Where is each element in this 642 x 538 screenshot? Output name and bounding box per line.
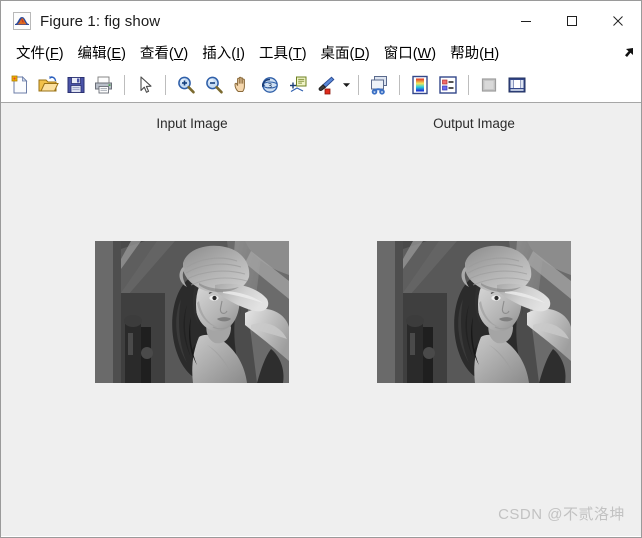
output-image-axes[interactable] xyxy=(377,241,571,383)
menu-accel-window: W xyxy=(417,46,432,63)
menu-tail-desktop: ) xyxy=(364,46,370,63)
menu-item-help[interactable]: 帮助(H) xyxy=(443,47,506,62)
data-cursor-icon[interactable] xyxy=(285,72,311,98)
toolbar-separator xyxy=(358,74,359,95)
menu-item-insert[interactable]: 插入(I) xyxy=(195,47,252,62)
toolbar-separator xyxy=(399,74,400,95)
menu-accel-edit: E xyxy=(111,46,122,63)
undock-arrow-icon[interactable] xyxy=(621,46,635,60)
save-figure-icon[interactable] xyxy=(63,72,89,98)
title-bar: Figure 1: fig show xyxy=(1,1,641,41)
open-file-icon[interactable] xyxy=(35,72,61,98)
axes-title-output: Output Image xyxy=(433,116,515,131)
menu-tail-edit: ) xyxy=(121,46,126,63)
menu-tail-insert: ) xyxy=(240,46,245,63)
menu-item-desktop[interactable]: 桌面(D) xyxy=(314,47,377,62)
menu-accel-file: F xyxy=(49,46,59,63)
pan-icon[interactable] xyxy=(229,72,255,98)
toolbar-separator xyxy=(468,74,469,95)
lena-grayscale-input xyxy=(95,241,289,383)
menu-label-desktop: 桌面( xyxy=(320,46,355,63)
menu-label-window: 窗口( xyxy=(383,46,418,63)
window-title: Figure 1: fig show xyxy=(40,12,161,30)
menu-item-view[interactable]: 查看(V) xyxy=(133,47,195,62)
input-image-axes[interactable] xyxy=(95,241,289,383)
menu-tail-view: ) xyxy=(183,46,189,63)
svg-text:3: 3 xyxy=(268,82,272,90)
brush-icon[interactable] xyxy=(313,72,339,98)
new-figure-icon[interactable] xyxy=(7,72,33,98)
hide-plot-tools-icon[interactable] xyxy=(476,72,502,98)
toolbar: 3 xyxy=(1,68,641,102)
figure-window: Figure 1: fig show 文件(F) 编辑(E) 查看(V) 插入(… xyxy=(0,0,642,538)
toolbar-separator xyxy=(124,74,125,95)
menu-accel-desktop: D xyxy=(354,46,365,63)
window-controls xyxy=(503,1,641,41)
rotate-3d-icon[interactable]: 3 xyxy=(257,72,283,98)
menu-accel-tools: T xyxy=(292,46,302,63)
maximize-button[interactable] xyxy=(549,1,595,41)
menu-label-insert: 插入( xyxy=(202,46,237,63)
menu-label-help: 帮助( xyxy=(450,46,484,63)
lena-grayscale-output xyxy=(377,241,571,383)
menu-label-tools: 工具( xyxy=(258,46,293,63)
menu-accel-view: V xyxy=(173,46,184,63)
figure-canvas: Input Image Output Image CSDN @不贰洛坤 xyxy=(1,102,641,536)
menu-item-tools[interactable]: 工具(T) xyxy=(252,47,314,62)
zoom-out-icon[interactable] xyxy=(201,72,227,98)
legend-icon[interactable] xyxy=(435,72,461,98)
menu-item-edit[interactable]: 编辑(E) xyxy=(71,47,133,62)
menu-label-file: 文件( xyxy=(16,46,50,63)
show-plot-tools-icon[interactable] xyxy=(504,72,530,98)
menu-tail-help: ) xyxy=(494,46,500,63)
brush-dropdown-arrow-icon[interactable] xyxy=(340,72,352,98)
colorbar-icon[interactable] xyxy=(407,72,433,98)
edit-plot-icon[interactable] xyxy=(132,72,158,98)
axes-title-input: Input Image xyxy=(156,116,228,131)
menu-item-file[interactable]: 文件(F) xyxy=(9,47,71,62)
menu-bar: 文件(F) 编辑(E) 查看(V) 插入(I) 工具(T) 桌面(D) 窗口(W… xyxy=(1,41,641,68)
matlab-membrane-icon xyxy=(13,12,31,30)
print-figure-icon[interactable] xyxy=(91,72,117,98)
menu-tail-tools: ) xyxy=(301,46,307,63)
menu-label-view: 查看( xyxy=(139,46,174,63)
menu-label-edit: 编辑( xyxy=(77,46,112,63)
minimize-button[interactable] xyxy=(503,1,549,41)
toolbar-separator xyxy=(165,74,166,95)
close-button[interactable] xyxy=(595,1,641,41)
csdn-watermark: CSDN @不贰洛坤 xyxy=(498,506,625,523)
link-plot-icon[interactable] xyxy=(366,72,392,98)
menu-tail-file: ) xyxy=(58,46,64,63)
menu-item-window[interactable]: 窗口(W) xyxy=(377,47,443,62)
zoom-in-icon[interactable] xyxy=(173,72,199,98)
menu-accel-help: H xyxy=(483,46,495,63)
menu-tail-window: ) xyxy=(431,46,437,63)
